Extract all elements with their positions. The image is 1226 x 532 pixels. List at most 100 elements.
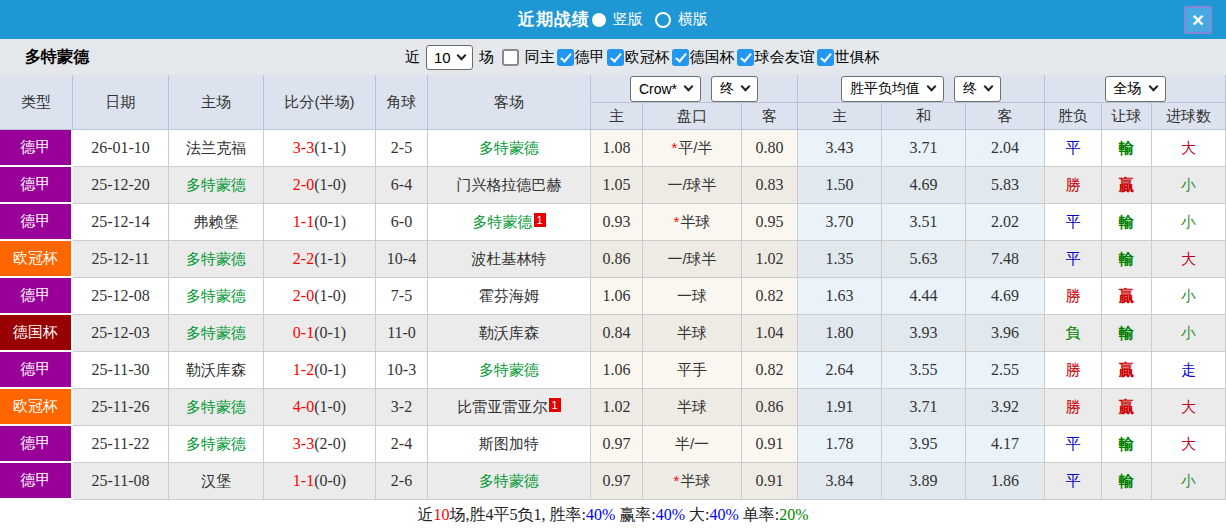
goals-outcome: 大: [1152, 130, 1226, 167]
checkbox-icon[interactable]: [672, 49, 689, 66]
checkbox-icon[interactable]: [557, 49, 574, 66]
away-odds: 1.04: [742, 315, 798, 352]
home-team: 多特蒙德: [169, 241, 264, 278]
sub-header-handicap-result: 让球: [1102, 103, 1152, 130]
away-team-name: 比雷亚雷亚尔: [458, 398, 548, 415]
same-home-filter[interactable]: 同主: [494, 48, 555, 67]
home-team-name: 勒沃库森: [186, 361, 246, 378]
mean-home-odds: 1.91: [798, 389, 882, 426]
league-filter-label: 德甲: [575, 48, 605, 67]
checkbox-icon[interactable]: [817, 49, 834, 66]
mean-home-odds: 1.78: [798, 426, 882, 463]
mean-draw-odds: 5.63: [882, 241, 966, 278]
home-team: 汉堡: [169, 463, 264, 500]
away-odds: 0.83: [742, 167, 798, 204]
odds-source-select[interactable]: Crow*: [630, 76, 701, 102]
handicap-outcome-value: 輸: [1119, 213, 1134, 230]
mean-type-select[interactable]: 胜平负均值: [841, 76, 944, 102]
handicap: 半球: [643, 315, 742, 352]
home-odds: 1.06: [591, 352, 643, 389]
odds-stage-select[interactable]: 终: [711, 76, 758, 102]
radio-horizontal-label[interactable]: 横版: [678, 10, 708, 29]
corners: 10-4: [376, 241, 428, 278]
result-outcome-value: 勝: [1066, 287, 1081, 304]
match-row: 欧冠杯25-11-26多特蒙德4-0(1-0)3-2比雷亚雷亚尔11.02半球0…: [0, 389, 1226, 426]
scope-group-header: 全场: [1045, 75, 1226, 103]
radio-horizontal-icon[interactable]: [655, 12, 671, 28]
league-badge: 德甲: [0, 130, 71, 165]
league-badge: 德甲: [0, 204, 71, 239]
note-badge: 1: [549, 398, 561, 412]
match-row: 德国杯25-12-03多特蒙德0-1(0-1)11-0勒沃库森0.84半球1.0…: [0, 315, 1226, 352]
chevron-down-icon: [984, 82, 994, 92]
league-filter[interactable]: 德国杯: [670, 48, 735, 67]
scope-select[interactable]: 全场: [1105, 76, 1166, 102]
corners: 7-5: [376, 278, 428, 315]
result-outcome-value: 勝: [1066, 361, 1081, 378]
goals-outcome: 小: [1152, 315, 1226, 352]
league-cell: 欧冠杯: [0, 241, 73, 278]
result-outcome: 平: [1045, 204, 1102, 241]
summary-segment: 近: [417, 506, 433, 523]
league-filter[interactable]: 德甲: [555, 48, 605, 67]
home-odds: 0.97: [591, 463, 643, 500]
match-row: 欧冠杯25-12-11多特蒙德2-2(1-1)10-4波杜基林特0.86一/球半…: [0, 241, 1226, 278]
away-odds: 0.80: [742, 130, 798, 167]
mean-home-odds: 1.35: [798, 241, 882, 278]
handicap: 半/一: [643, 426, 742, 463]
handicap-outcome: 贏: [1102, 389, 1152, 426]
handicap-outcome: 贏: [1102, 352, 1152, 389]
filter-bar: 多特蒙德 近 10 场 同主 德甲欧冠杯德国杯球会友谊世俱杯: [0, 39, 1226, 75]
away-odds: 1.02: [742, 241, 798, 278]
sub-header-odds-away: 客: [742, 103, 798, 130]
league-filter[interactable]: 球会友谊: [735, 48, 815, 67]
handicap-outcome-value: 輸: [1119, 324, 1134, 341]
home-odds: 1.08: [591, 130, 643, 167]
chevron-down-icon: [741, 82, 751, 92]
checkbox-icon[interactable]: [607, 49, 624, 66]
recent-count-select[interactable]: 10: [426, 45, 473, 70]
close-button[interactable]: ✕: [1184, 6, 1212, 34]
summary-segment: 40%: [586, 506, 615, 523]
result-outcome: 平: [1045, 130, 1102, 167]
league-filter[interactable]: 欧冠杯: [605, 48, 670, 67]
league-filter[interactable]: 世俱杯: [815, 48, 880, 67]
radio-vertical-label[interactable]: 竖版: [613, 10, 643, 29]
home-odds: 0.86: [591, 241, 643, 278]
result-outcome: 勝: [1045, 278, 1102, 315]
mean-away-odds: 3.92: [966, 389, 1045, 426]
away-team-name: 多特蒙德: [479, 361, 539, 378]
mean-away-odds: 2.04: [966, 130, 1045, 167]
home-team: 多特蒙德: [169, 389, 264, 426]
league-cell: 德甲: [0, 463, 73, 500]
handicap-outcome-value: 輸: [1119, 250, 1134, 267]
mean-draw-odds: 3.55: [882, 352, 966, 389]
mean-away-odds: 7.48: [966, 241, 1045, 278]
league-badge: 德甲: [0, 352, 71, 387]
mean-away-odds: 4.17: [966, 426, 1045, 463]
corners: 2-5: [376, 130, 428, 167]
sub-header-mean-home: 主: [798, 103, 882, 130]
mean-draw-odds: 3.93: [882, 315, 966, 352]
radio-vertical-selected-icon[interactable]: [592, 13, 606, 27]
handicap: 一/球半: [643, 167, 742, 204]
league-filter-label: 德国杯: [690, 48, 735, 67]
league-badge: 欧冠杯: [0, 389, 71, 424]
handicap-outcome-value: 輸: [1119, 139, 1134, 156]
league-cell: 德甲: [0, 352, 73, 389]
match-date: 25-12-14: [73, 204, 169, 241]
away-team: 比雷亚雷亚尔1: [428, 389, 591, 426]
home-team-name: 多特蒙德: [186, 398, 246, 415]
league-badge: 德甲: [0, 278, 71, 313]
checkbox-icon[interactable]: [737, 49, 754, 66]
corners: 6-0: [376, 204, 428, 241]
result-outcome-value: 平: [1066, 250, 1081, 267]
home-team: 多特蒙德: [169, 426, 264, 463]
goals-outcome: 走: [1152, 352, 1226, 389]
same-home-checkbox[interactable]: [502, 49, 519, 66]
league-cell: 欧冠杯: [0, 389, 73, 426]
away-team-name: 霍芬海姆: [479, 287, 539, 304]
col-header-corners: 角球: [376, 75, 428, 130]
away-odds: 0.91: [742, 463, 798, 500]
mean-stage-select[interactable]: 终: [954, 76, 1001, 102]
